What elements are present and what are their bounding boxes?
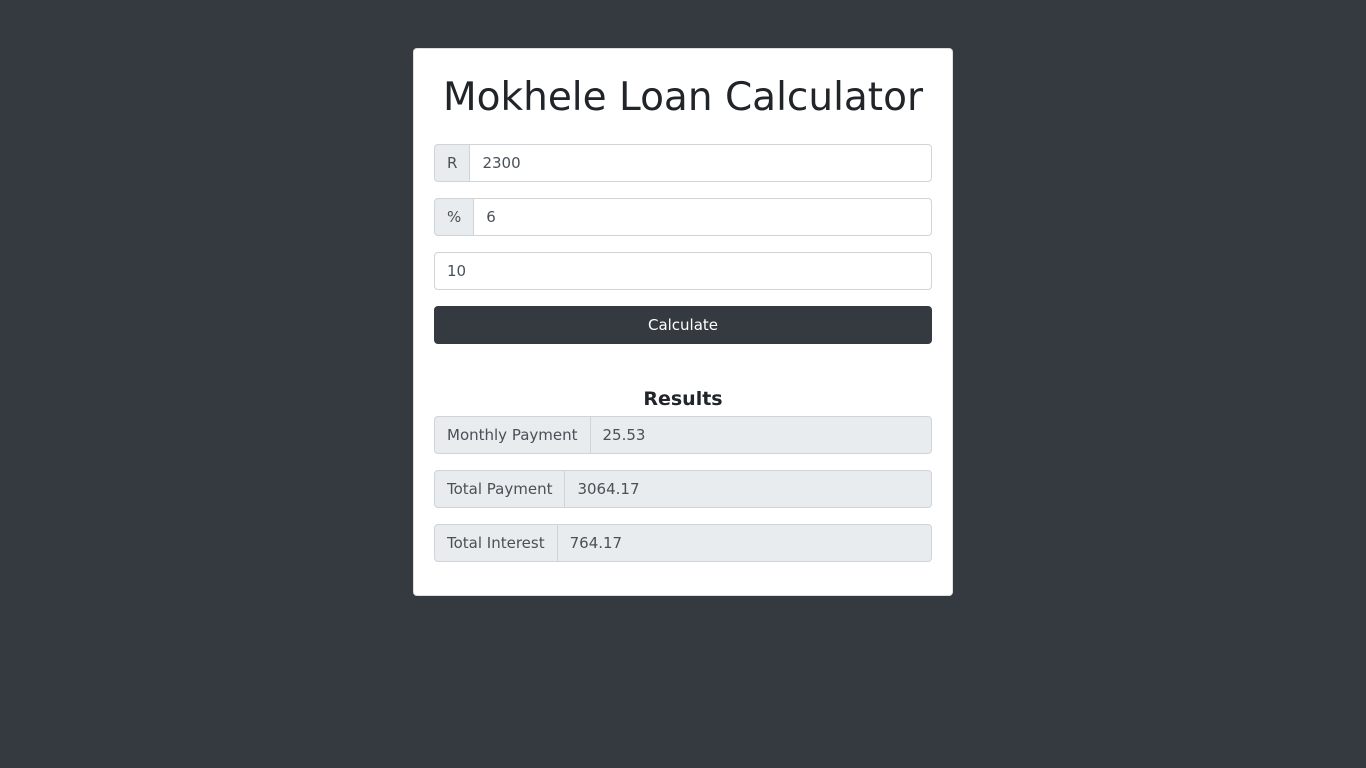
interest-input-group: % 6 <box>434 198 932 236</box>
total-interest-label: Total Interest <box>434 524 558 562</box>
loan-calculator-card: Mokhele Loan Calculator R 2300 % 6 10 Ca… <box>413 48 953 596</box>
monthly-payment-value: 25.53 <box>590 416 932 454</box>
total-interest-value: 764.17 <box>557 524 932 562</box>
years-input[interactable]: 10 <box>434 252 932 290</box>
monthly-payment-label: Monthly Payment <box>434 416 591 454</box>
amount-input[interactable]: 2300 <box>470 144 932 182</box>
monthly-payment-group: Monthly Payment 25.53 <box>434 416 932 454</box>
years-input-group: 10 <box>434 252 932 290</box>
percent-prefix: % <box>434 198 475 236</box>
results-heading: Results <box>643 388 723 410</box>
currency-prefix: R <box>434 144 471 182</box>
total-payment-value: 3064.17 <box>565 470 932 508</box>
page-title: Mokhele Loan Calculator <box>443 75 923 120</box>
calculate-button[interactable]: Calculate <box>434 306 932 344</box>
total-payment-group: Total Payment 3064.17 <box>434 470 932 508</box>
amount-input-group: R 2300 <box>434 144 932 182</box>
total-interest-group: Total Interest 764.17 <box>434 524 932 562</box>
interest-input[interactable]: 6 <box>474 198 932 236</box>
total-payment-label: Total Payment <box>434 470 566 508</box>
